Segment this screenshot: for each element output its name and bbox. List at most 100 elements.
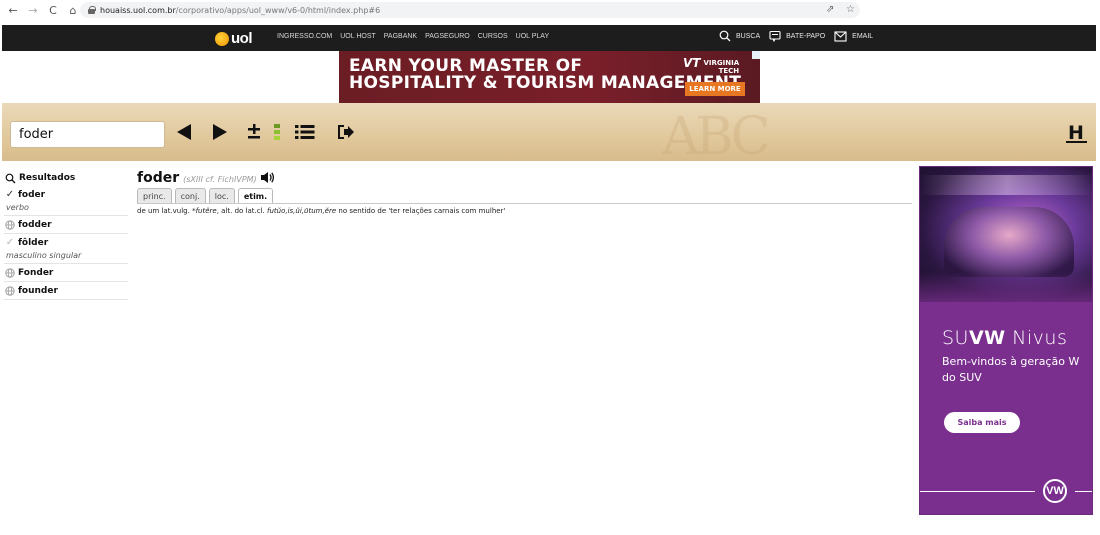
next-arrow-icon[interactable] <box>210 122 230 142</box>
speaker-icon[interactable] <box>260 171 275 184</box>
etym-part: de um lat.vulg. <box>137 207 193 215</box>
result-item-founder[interactable]: founder <box>4 282 128 300</box>
virginia-tech-logo: VT VIRGINIA TECH <box>683 56 740 75</box>
plus-minus-icon[interactable] <box>246 122 262 142</box>
side-ad[interactable]: SUVW Nivus Bem-vindos à geração W do SUV… <box>919 166 1093 515</box>
uol-link-ingresso[interactable]: INGRESSO.COM <box>277 33 332 40</box>
learn-more-button[interactable]: LEARN MORE <box>685 82 745 96</box>
houaiss-logo[interactable]: H <box>1066 122 1087 144</box>
check-icon: ✓ <box>5 189 15 200</box>
bate-papo-label: BATE-PAPO <box>786 32 826 40</box>
entry-header: foder (sXIII cf. FichIVPM) <box>137 169 912 186</box>
entry-tabs: princ. conj. loc. etim. <box>137 188 276 204</box>
tabs-divider <box>137 203 912 204</box>
uol-link-uol-play[interactable]: UOL PLAY <box>516 33 549 40</box>
result-item-foder[interactable]: ✓ foder verbo <box>4 186 128 216</box>
exit-icon[interactable] <box>336 122 356 142</box>
entry-panel: foder (sXIII cf. FichIVPM) princ. conj. … <box>137 169 912 215</box>
home-icon[interactable]: ⌂ <box>66 3 80 17</box>
saiba-mais-button[interactable]: Saiba mais <box>944 412 1020 433</box>
search-icon <box>719 30 731 42</box>
vt-line2: TECH <box>718 67 740 75</box>
globe-icon <box>5 220 15 230</box>
uol-link-pagseguro[interactable]: PAGSEGURO <box>425 33 470 40</box>
vt-mark: VT <box>683 56 701 70</box>
adchoices-icon[interactable] <box>752 51 760 59</box>
globe-icon <box>5 268 15 278</box>
ad-photo-fade <box>920 272 1092 312</box>
ad-brand: SUVW Nivus <box>942 327 1067 349</box>
entry-headword: foder <box>137 170 180 186</box>
uol-link-cursos[interactable]: CURSOS <box>478 33 508 40</box>
address-bar[interactable]: houaiss.uol.com.br/corporativo/apps/uol_… <box>80 2 860 18</box>
search-toolbar: ABC H <box>2 103 1096 167</box>
tab-loc[interactable]: loc. <box>208 188 235 203</box>
banner-headline-line2: HOSPITALITY & TOURISM MANAGEMENT <box>349 73 742 93</box>
mail-icon <box>834 30 847 42</box>
entry-dating: (sXIII cf. FichIVPM) <box>183 175 257 184</box>
results-sidebar: Resultados ✓ foder verbo fodder ✓ fôlder m… <box>4 170 128 300</box>
chat-icon <box>769 30 781 42</box>
ad-divider-right <box>1075 491 1092 492</box>
result-grammar: verbo <box>6 203 29 212</box>
uol-top-bar: uol INGRESSO.COM UOL HOST PAGBANK PAGSEG… <box>2 25 1096 51</box>
uol-logo-text: uol <box>231 30 253 47</box>
reload-icon[interactable]: C <box>46 3 60 17</box>
ad-divider-left <box>920 491 1035 492</box>
font-size-bars-icon[interactable] <box>273 122 281 142</box>
result-item-fodder[interactable]: fodder <box>4 216 128 234</box>
lock-icon <box>88 6 96 14</box>
check-icon: ✓ <box>5 237 15 248</box>
busca-link[interactable]: BUSCA <box>719 30 760 42</box>
globe-icon <box>5 286 15 296</box>
etym-part: no sentido de 'ter relações carnais com … <box>336 207 506 215</box>
search-icon <box>5 173 16 183</box>
uol-links: INGRESSO.COM UOL HOST PAGBANK PAGSEGURO … <box>277 33 549 40</box>
result-item-fonder[interactable]: Fonder <box>4 264 128 282</box>
forward-arrow-icon[interactable]: → <box>26 3 40 17</box>
result-item-folder[interactable]: ✓ fôlder masculino singular <box>4 234 128 264</box>
tab-princ[interactable]: princ. <box>137 188 172 203</box>
ad-brand-light: SU <box>942 327 969 349</box>
results-title: Resultados <box>4 170 128 186</box>
tab-conj[interactable]: conj. <box>174 188 206 203</box>
email-label: EMAIL <box>852 32 874 40</box>
result-grammar: masculino singular <box>6 251 82 260</box>
previous-arrow-icon[interactable] <box>174 122 194 142</box>
uol-ball-icon <box>215 31 229 46</box>
search-input[interactable] <box>10 121 165 148</box>
share-icon[interactable]: ⇗ <box>826 4 834 16</box>
busca-label: BUSCA <box>736 32 761 40</box>
vt-line1: VIRGINIA <box>703 59 740 67</box>
uol-logo[interactable]: uol <box>215 30 253 47</box>
ad-copy: Bem-vindos à geração W do SUV <box>942 355 1080 384</box>
ad-photo-lights <box>920 175 1092 195</box>
ad-photo-car <box>944 207 1074 277</box>
ad-brand-bold: VW <box>968 327 1006 349</box>
result-word: fodder <box>18 220 52 230</box>
bate-papo-link[interactable]: BATE-PAPO <box>769 30 825 42</box>
etymology-text: de um lat.vulg. *futĕre, alt. do lat.cl.… <box>137 207 505 215</box>
list-icon[interactable] <box>294 122 316 142</box>
result-word: foder <box>18 190 46 200</box>
etym-form: *futĕre <box>192 207 217 215</box>
results-title-label: Resultados <box>19 173 76 183</box>
email-link[interactable]: EMAIL <box>834 30 874 42</box>
result-word: founder <box>18 286 58 296</box>
ad-brand-model: Nivus <box>1005 327 1068 349</box>
uol-link-pagbank[interactable]: PAGBANK <box>384 33 417 40</box>
result-word: Fonder <box>18 268 54 278</box>
banner-ad[interactable]: EARN YOUR MASTER OF HOSPITALITY & TOURIS… <box>339 51 760 103</box>
etym-part: , alt. do lat.cl. <box>216 207 267 215</box>
uol-right-links: BUSCA BATE-PAPO EMAIL <box>719 30 882 42</box>
vw-logo-icon: VW <box>1043 479 1067 503</box>
etym-form: futŭo,is,ŭi,ūtum,ĕre <box>267 207 337 215</box>
back-arrow-icon[interactable]: ← <box>6 3 20 17</box>
uol-link-uol-host[interactable]: UOL HOST <box>340 33 376 40</box>
tab-etim[interactable]: etim. <box>237 188 274 204</box>
url-host: houaiss.uol.com.br <box>100 5 176 15</box>
result-word: fôlder <box>18 238 49 248</box>
browser-toolbar: ← → C ⌂ houaiss.uol.com.br/corporativo/a… <box>0 0 1100 20</box>
bookmark-star-icon[interactable]: ☆ <box>846 4 855 16</box>
abc-watermark: ABC <box>662 107 771 167</box>
